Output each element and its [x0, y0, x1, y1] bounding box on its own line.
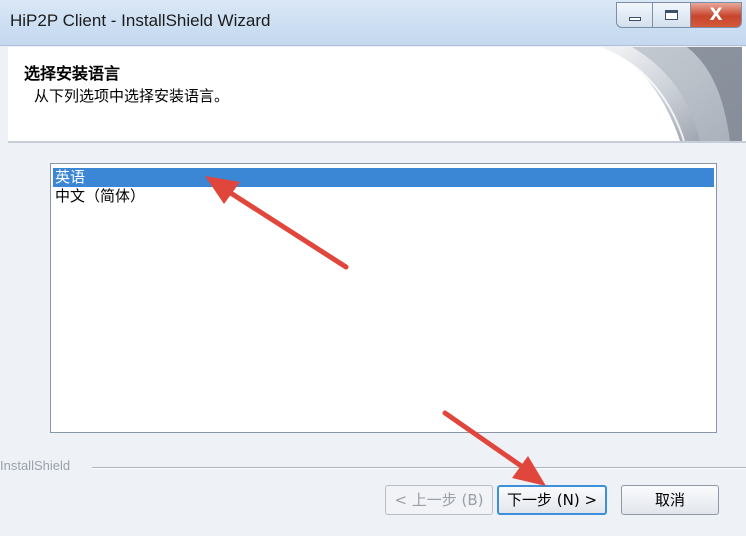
language-listbox[interactable]: 英语 中文（简体）	[50, 163, 717, 433]
window-title: HiP2P Client - InstallShield Wizard	[10, 11, 271, 30]
installer-window: HiP2P Client - InstallShield Wizard X 选择…	[0, 0, 746, 536]
wizard-header: 选择安装语言 从下列选项中选择安装语言。	[8, 47, 746, 143]
window-controls: X	[616, 2, 742, 30]
maximize-button[interactable]	[652, 2, 690, 28]
title-bar[interactable]: HiP2P Client - InstallShield Wizard X	[0, 0, 746, 46]
minimize-button[interactable]	[616, 2, 652, 28]
page-subtitle: 从下列选项中选择安装语言。	[34, 87, 230, 105]
close-icon: X	[709, 5, 723, 25]
next-button[interactable]: 下一步 (N) >	[497, 485, 607, 515]
footer-divider	[92, 467, 746, 469]
list-item-english[interactable]: 英语	[53, 168, 714, 187]
minimize-icon	[628, 17, 641, 21]
back-button[interactable]: < 上一步 (B)	[385, 485, 493, 515]
maximize-icon	[665, 10, 678, 20]
page-title: 选择安装语言	[24, 64, 121, 83]
installshield-logo-graphic	[600, 47, 742, 141]
list-item-chinese-simplified[interactable]: 中文（简体）	[53, 187, 714, 206]
installshield-brand-label: InstallShield	[0, 458, 71, 473]
close-button[interactable]: X	[690, 2, 742, 28]
cancel-button[interactable]: 取消	[621, 485, 719, 515]
